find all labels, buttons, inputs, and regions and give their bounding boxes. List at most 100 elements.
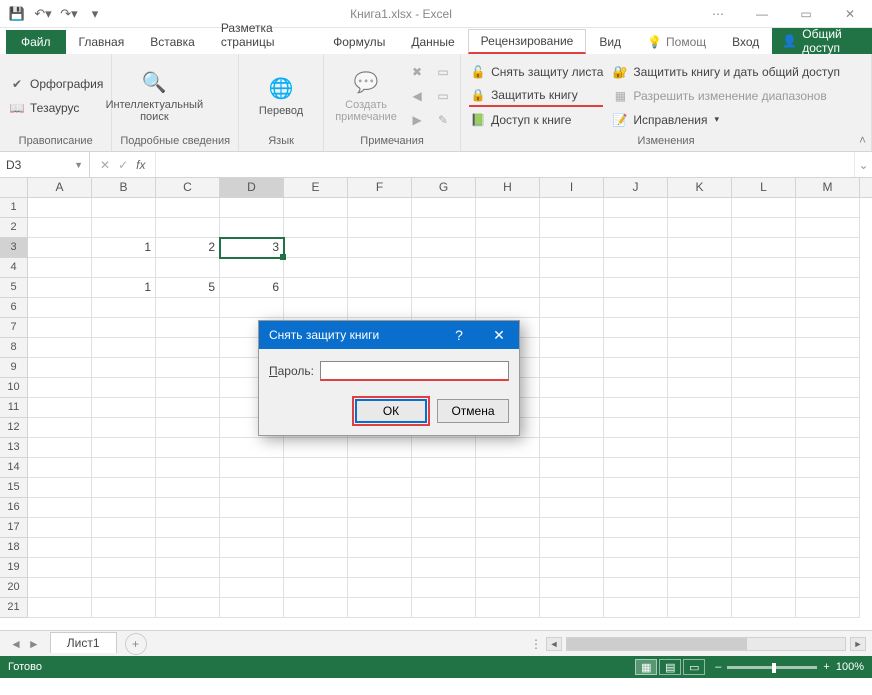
tab-review[interactable]: Рецензирование [468,29,587,54]
cell[interactable] [732,238,796,258]
cell[interactable] [476,218,540,238]
cell[interactable] [348,558,412,578]
hscroll-thumb[interactable] [567,638,747,650]
cell[interactable] [732,278,796,298]
cell[interactable] [604,318,668,338]
cell[interactable] [604,518,668,538]
cell[interactable] [156,498,220,518]
cell[interactable] [28,478,92,498]
cell[interactable] [796,238,860,258]
cell[interactable] [92,338,156,358]
cell[interactable] [796,338,860,358]
cell[interactable] [732,378,796,398]
cell[interactable] [604,538,668,558]
cell[interactable] [540,438,604,458]
cell[interactable] [668,198,732,218]
chevron-down-icon[interactable]: ▼ [74,160,83,170]
tab-view[interactable]: Вид [586,30,634,54]
cell[interactable] [92,418,156,438]
zoom-in-icon[interactable]: + [823,661,829,673]
cell[interactable] [540,498,604,518]
tab-file[interactable]: Файл [6,30,66,54]
cell[interactable] [284,458,348,478]
cell[interactable] [28,358,92,378]
cell[interactable] [732,578,796,598]
cell[interactable] [28,218,92,238]
save-icon[interactable]: 💾 [6,3,28,25]
cell[interactable] [604,478,668,498]
cell[interactable] [92,258,156,278]
cell[interactable] [412,278,476,298]
cell[interactable] [284,598,348,618]
cell[interactable] [156,418,220,438]
cell[interactable] [604,438,668,458]
redo-icon[interactable]: ↷▾ [58,3,80,25]
cell[interactable] [284,498,348,518]
spelling-button[interactable]: ✔Орфография [8,73,103,95]
cell[interactable] [796,538,860,558]
cell[interactable] [732,558,796,578]
protect-workbook-button[interactable]: 🔒Защитить книгу [469,85,603,107]
row-header[interactable]: 3 [0,238,28,258]
cell[interactable] [732,438,796,458]
cell[interactable] [604,578,668,598]
cell[interactable] [796,398,860,418]
cell[interactable] [28,238,92,258]
cell[interactable] [540,458,604,478]
cell[interactable] [668,218,732,238]
cell[interactable] [540,598,604,618]
cell[interactable] [668,558,732,578]
cell[interactable] [156,218,220,238]
cell[interactable] [732,478,796,498]
cell[interactable] [732,598,796,618]
column-header[interactable]: A [28,178,92,197]
cell[interactable] [668,438,732,458]
column-header[interactable]: J [604,178,668,197]
tab-formulas[interactable]: Формулы [320,30,398,54]
cell[interactable] [28,538,92,558]
column-header[interactable]: K [668,178,732,197]
cell[interactable] [412,298,476,318]
row-header[interactable]: 19 [0,558,28,578]
cell[interactable]: 3 [220,238,284,258]
cell[interactable] [796,518,860,538]
cell[interactable] [284,518,348,538]
cell[interactable] [604,258,668,278]
cell[interactable] [604,598,668,618]
cell[interactable] [284,558,348,578]
cell[interactable] [540,298,604,318]
cell[interactable] [412,578,476,598]
cell[interactable] [476,518,540,538]
row-header[interactable]: 11 [0,398,28,418]
cell[interactable] [732,498,796,518]
row-header[interactable]: 15 [0,478,28,498]
cell[interactable] [732,218,796,238]
cell[interactable] [732,338,796,358]
cell[interactable] [284,438,348,458]
cell[interactable] [540,398,604,418]
cell[interactable] [284,538,348,558]
cell[interactable] [284,218,348,238]
cell[interactable] [220,558,284,578]
cell[interactable]: 1 [92,238,156,258]
cell[interactable] [604,358,668,378]
row-header[interactable]: 5 [0,278,28,298]
column-header[interactable]: E [284,178,348,197]
row-header[interactable]: 12 [0,418,28,438]
cell[interactable] [220,198,284,218]
password-input[interactable] [320,361,509,381]
cell[interactable] [92,458,156,478]
cell[interactable] [796,278,860,298]
cell[interactable] [284,578,348,598]
column-header[interactable]: M [796,178,860,197]
track-changes-button[interactable]: 📝Исправления▾ [611,109,840,131]
formula-bar[interactable] [156,152,854,177]
tab-insert[interactable]: Вставка [137,30,208,54]
cell[interactable] [28,258,92,278]
row-header[interactable]: 4 [0,258,28,278]
cell[interactable] [668,418,732,438]
cell[interactable] [92,298,156,318]
enter-formula-icon[interactable]: ✓ [118,158,128,172]
cell[interactable] [348,578,412,598]
row-header[interactable]: 1 [0,198,28,218]
